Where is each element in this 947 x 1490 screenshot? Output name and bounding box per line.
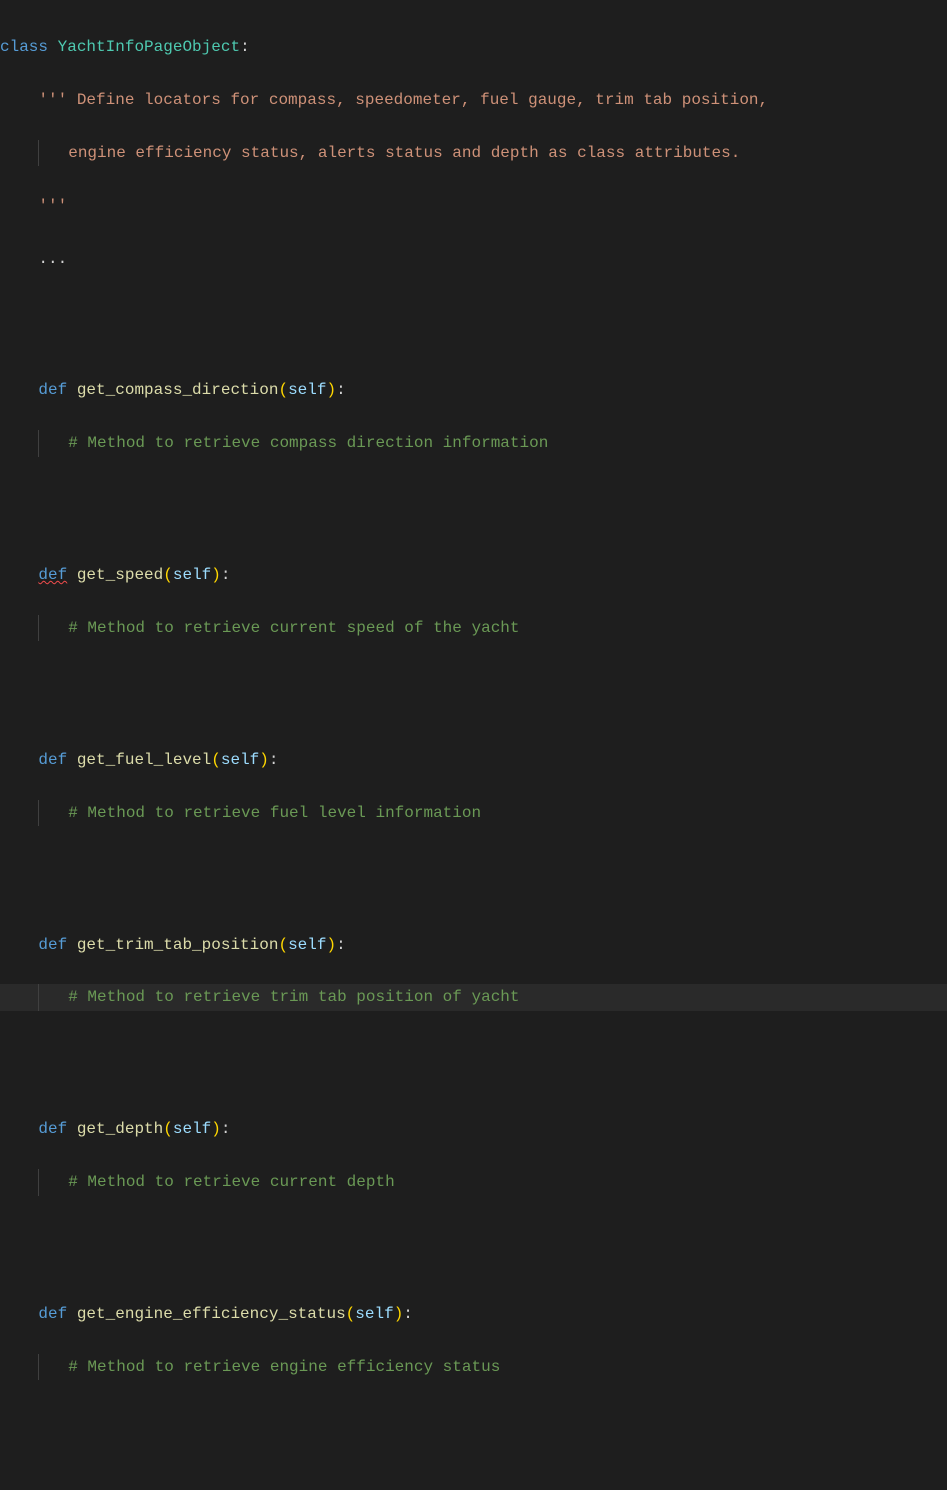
punct-lparen: ( <box>278 381 288 399</box>
punct-lparen: ( <box>278 936 288 954</box>
punct-lparen: ( <box>163 566 173 584</box>
comment-text: # Method to retrieve engine efficiency s… <box>68 1358 500 1376</box>
comment-text: # Method to retrieve trim tab position o… <box>68 988 519 1006</box>
param-self: self <box>288 936 326 954</box>
function-name: get_depth <box>77 1120 163 1138</box>
blank-line[interactable] <box>0 298 947 324</box>
keyword-def: def <box>38 1305 67 1323</box>
docstring-quote: ''' <box>38 197 67 215</box>
blank-line[interactable] <box>0 1407 947 1433</box>
docstring-text: Define locators for compass, speedometer… <box>67 91 768 109</box>
keyword-def: def <box>38 936 67 954</box>
param-self: self <box>173 566 211 584</box>
code-line[interactable]: def get_engine_efficiency_status(self): <box>0 1301 947 1327</box>
param-self: self <box>221 751 259 769</box>
blank-line[interactable] <box>0 668 947 694</box>
punct-rparen: ) <box>394 1305 404 1323</box>
punct-colon: : <box>336 381 346 399</box>
punct-rparen: ) <box>326 381 336 399</box>
keyword-class: class <box>0 38 48 56</box>
code-line[interactable]: def get_trim_tab_position(self): <box>0 932 947 958</box>
punct-colon: : <box>269 751 279 769</box>
code-line[interactable]: ''' Define locators for compass, speedom… <box>0 87 947 113</box>
function-name: get_engine_efficiency_status <box>77 1305 346 1323</box>
blank-line[interactable] <box>0 853 947 879</box>
code-line[interactable]: # Method to retrieve current speed of th… <box>0 615 947 641</box>
blank-line[interactable] <box>0 1222 947 1248</box>
docstring-text: engine efficiency status, alerts status … <box>68 144 740 162</box>
comment-text: # Method to retrieve compass direction i… <box>68 434 548 452</box>
punct-rparen: ) <box>211 566 221 584</box>
punct-colon: : <box>403 1305 413 1323</box>
blank-line[interactable] <box>0 1037 947 1063</box>
keyword-def: def <box>38 381 67 399</box>
function-name: get_speed <box>77 566 163 584</box>
punct-colon: : <box>221 566 231 584</box>
code-editor[interactable]: class YachtInfoPageObject: ''' Define lo… <box>0 8 947 1490</box>
punct-rparen: ) <box>211 1120 221 1138</box>
code-line[interactable]: # Method to retrieve current depth <box>0 1169 947 1195</box>
comment-text: # Method to retrieve fuel level informat… <box>68 804 481 822</box>
punct-rparen: ) <box>326 936 336 954</box>
function-name: get_compass_direction <box>77 381 279 399</box>
keyword-def: def <box>38 566 67 584</box>
punct-colon: : <box>240 38 250 56</box>
code-line[interactable]: def get_alerts(self): <box>0 1486 947 1490</box>
code-line[interactable]: ''' <box>0 193 947 219</box>
code-line[interactable]: def get_depth(self): <box>0 1116 947 1142</box>
docstring-quote: ''' <box>38 91 67 109</box>
code-line[interactable]: ... <box>0 246 947 272</box>
punct-colon: : <box>221 1120 231 1138</box>
code-line[interactable]: # Method to retrieve trim tab position o… <box>0 984 947 1010</box>
param-self: self <box>288 381 326 399</box>
keyword-def: def <box>38 1120 67 1138</box>
code-line[interactable]: # Method to retrieve compass direction i… <box>0 430 947 456</box>
keyword-def: def <box>38 751 67 769</box>
blank-line[interactable] <box>0 483 947 509</box>
punct-colon: : <box>336 936 346 954</box>
function-name: get_fuel_level <box>77 751 211 769</box>
punct-lparen: ( <box>346 1305 356 1323</box>
comment-text: # Method to retrieve current depth <box>68 1173 394 1191</box>
class-name: YachtInfoPageObject <box>58 38 240 56</box>
param-self: self <box>355 1305 393 1323</box>
ellipsis-literal: ... <box>38 250 67 268</box>
code-line[interactable]: # Method to retrieve fuel level informat… <box>0 800 947 826</box>
code-line[interactable]: def get_speed(self): <box>0 562 947 588</box>
code-line[interactable]: def get_compass_direction(self): <box>0 377 947 403</box>
punct-lparen: ( <box>163 1120 173 1138</box>
param-self: self <box>173 1120 211 1138</box>
punct-lparen: ( <box>211 751 221 769</box>
punct-rparen: ) <box>259 751 269 769</box>
code-line[interactable]: engine efficiency status, alerts status … <box>0 140 947 166</box>
code-line[interactable]: # Method to retrieve engine efficiency s… <box>0 1354 947 1380</box>
comment-text: # Method to retrieve current speed of th… <box>68 619 519 637</box>
function-name: get_trim_tab_position <box>77 936 279 954</box>
code-line[interactable]: class YachtInfoPageObject: <box>0 34 947 60</box>
code-line[interactable]: def get_fuel_level(self): <box>0 747 947 773</box>
